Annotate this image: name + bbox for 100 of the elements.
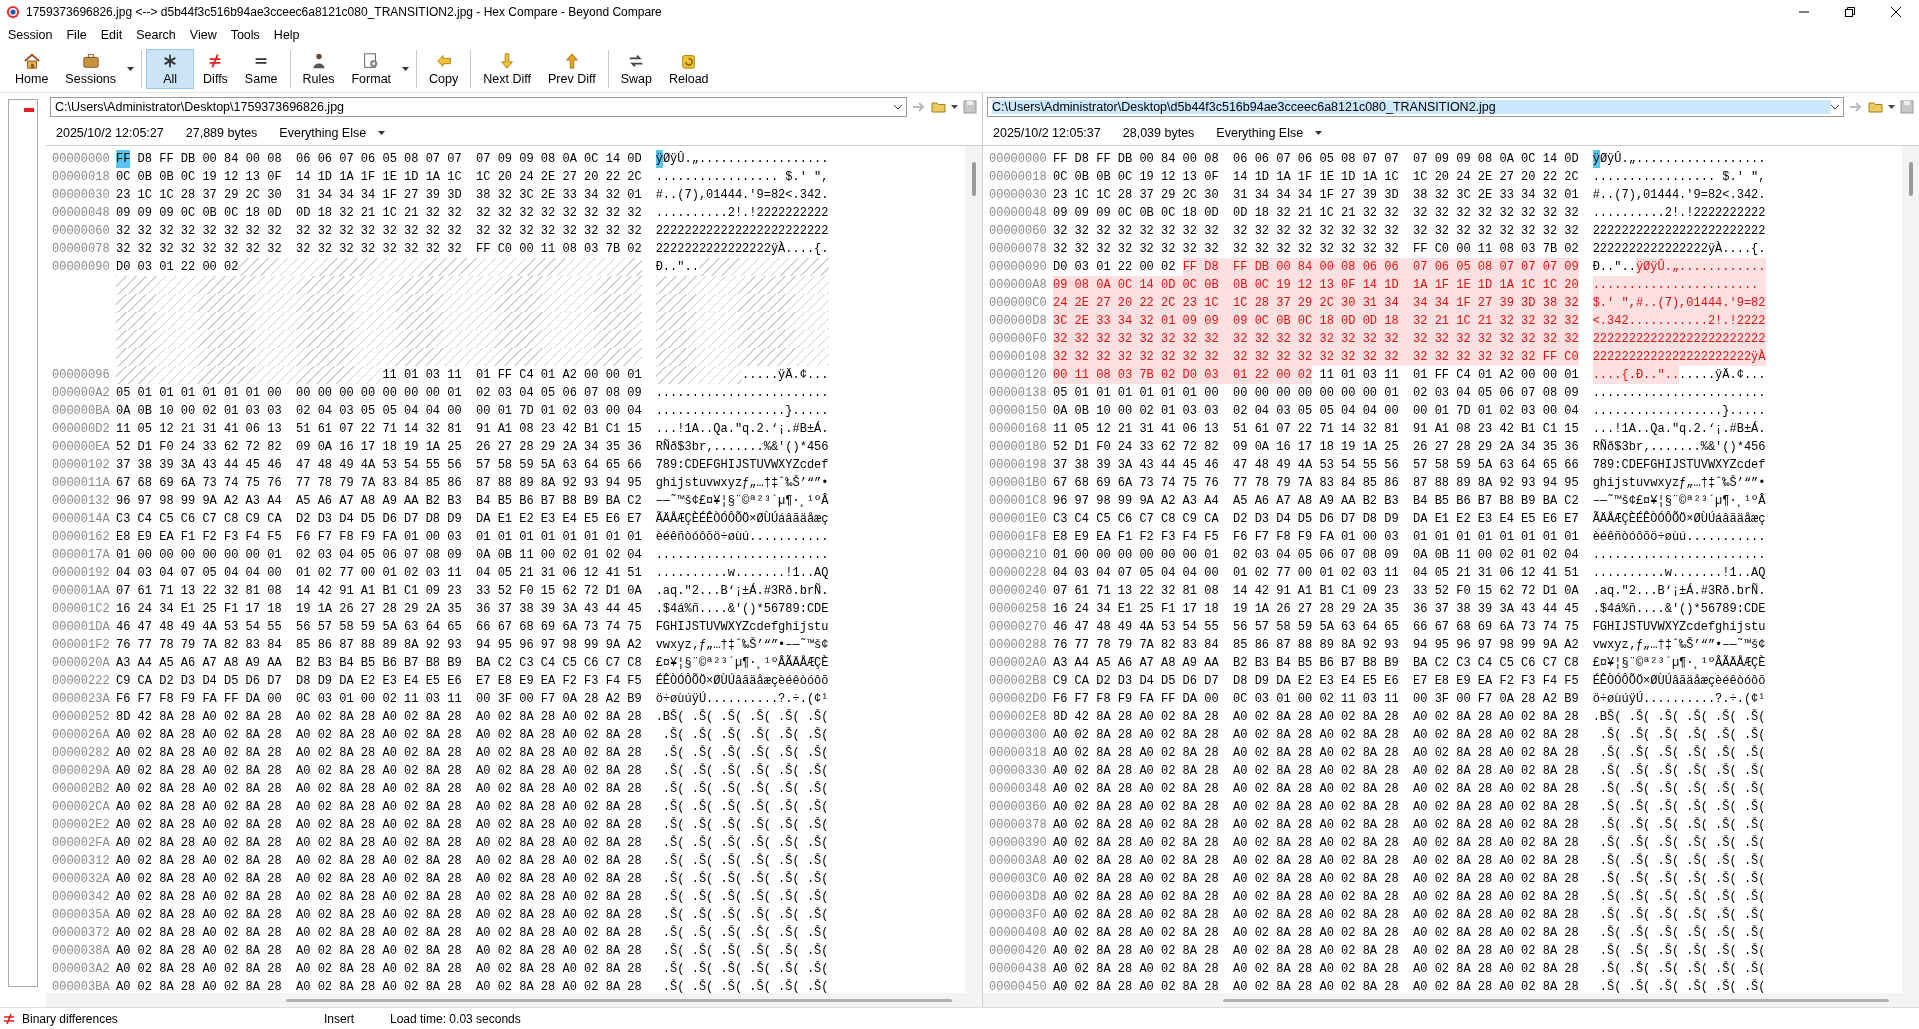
offset-label: 000002B8 (988, 673, 1048, 690)
hex-bytes: 01 00 00 00 00 00 00 01 02 03 04 05 06 07 08 09 0A 0B 11 00 02 01 02 04 (1053, 547, 1579, 564)
offset-label: 00000018 (51, 169, 111, 186)
menu-item[interactable]: View (189, 28, 217, 42)
hex-bytes: 52 D1 F0 24 33 62 72 82 09 0A 16 17 18 19 1A 25 26 27 28 29 2A 34 35 36 (116, 439, 642, 456)
house-icon (22, 52, 41, 70)
caret-icon[interactable] (1831, 104, 1839, 110)
hex-bytes: A0 02 8A 28 A0 02 8A 28 A0 02 8A 28 A0 02 8A 28 A0 02 8A 28 A0 02 8A 28 (116, 817, 642, 834)
caret-icon[interactable] (951, 105, 958, 109)
offset-label: 000000BA (51, 403, 111, 420)
offset-label: 00000198 (988, 457, 1048, 474)
not-equal-icon (2, 1011, 16, 1026)
menu-item[interactable]: Session (8, 28, 53, 42)
folder-icon[interactable] (1868, 99, 1884, 115)
diff-marker (24, 108, 34, 112)
toolbar-button[interactable]: Copy (421, 49, 467, 89)
ascii-text: .aq."2...B‘¡±Á.#3Rð.brÑ. (1592, 582, 1766, 600)
vertical-scrollbar[interactable] (965, 146, 982, 993)
cursor-char: ÿ (1592, 150, 1600, 168)
offset-label: 00000078 (988, 241, 1048, 258)
toolbar-button[interactable]: Reload (660, 49, 717, 89)
scrollbar-thumb[interactable] (286, 998, 952, 1002)
toolbar-button[interactable]: Format (343, 49, 400, 89)
toolbar-button[interactable]: All (146, 49, 195, 89)
offset-label: 00000318 (988, 745, 1048, 762)
hex-bytes: A0 02 8A 28 A0 02 8A 28 A0 02 8A 28 A0 02 8A 28 A0 02 8A 28 A0 02 8A 28 (116, 907, 642, 924)
ascii-text: .Š( .Š( .Š( .Š( .Š( .Š( (1598, 978, 1766, 993)
ascii-text: .Š( .Š( .Š( .Š( .Š( .Š( (661, 870, 829, 888)
hex-bytes: A3 A4 A5 A6 A7 A8 A9 AA B2 B3 B4 B5 B6 B7 B8 B9 BA C2 C3 C4 C5 C6 C7 C8 (1053, 655, 1579, 672)
ascii-text: .Š( .Š( .Š( .Š( .Š( .Š( (661, 960, 829, 978)
format-dropdown[interactable]: Everything Else (279, 126, 386, 140)
caret-icon[interactable] (1888, 105, 1895, 109)
offset-label: 000002B2 (51, 781, 111, 798)
offset-label: 00000360 (988, 799, 1048, 816)
hex-bytes: C9 CA D2 D3 D4 D5 D6 D7 D8 D9 DA E2 E3 E4 E5 E6 E7 E8 E9 EA F2 F3 F4 F5 (116, 673, 642, 690)
offset-label: 0000035A (51, 907, 111, 924)
ascii-text: ..........2!.!2222222222 (655, 205, 829, 222)
scrollbar-thumb[interactable] (971, 162, 976, 196)
ascii-text: .Š( .Š( .Š( .Š( .Š( .Š( (1598, 888, 1766, 906)
offset-label: 000001B0 (988, 475, 1048, 492)
overview-map[interactable] (8, 99, 38, 987)
offset-label: 00000120 (988, 367, 1048, 384)
ascii-text: ..........w.......!1..AQ (655, 565, 829, 582)
ascii-text: .Š( .Š( .Š( .Š( .Š( .Š( (1598, 906, 1766, 924)
scrollbar-thumb[interactable] (1223, 998, 1889, 1002)
ascii-text: Ð..".. (655, 259, 699, 276)
hex-bytes: A0 02 8A 28 A0 02 8A 28 A0 02 8A 28 A0 02 8A 28 A0 02 8A 28 A0 02 8A 28 (1053, 727, 1579, 744)
hex-bytes: A0 02 8A 28 A0 02 8A 28 A0 02 8A 28 A0 02 8A 28 A0 02 8A 28 A0 02 8A 28 (1053, 889, 1579, 906)
offset-label: 00000132 (51, 493, 111, 510)
ascii-text: 222222222222222222222222 (1592, 330, 1766, 348)
toolbar-button[interactable]: Home (7, 49, 57, 89)
hex-bytes: A0 02 8A 28 A0 02 8A 28 A0 02 8A 28 A0 02 8A 28 A0 02 8A 28 A0 02 8A 28 (116, 745, 642, 762)
hex-bytes: E8 E9 EA F1 F2 F3 F4 F5 F6 F7 F8 F9 FA 01 00 03 01 01 01 01 01 01 01 01 (1053, 529, 1579, 546)
hex-bytes: 11 01 03 11 01 FF C4 01 A2 00 00 01 (382, 367, 642, 384)
offset-label: 000003BA (51, 979, 111, 993)
menu-item[interactable]: Tools (230, 28, 260, 42)
toolbar-button[interactable]: Prev Diff (539, 49, 604, 89)
hex-bytes: A0 02 8A 28 A0 02 8A 28 A0 02 8A 28 A0 02 8A 28 A0 02 8A 28 A0 02 8A 28 (1053, 835, 1579, 852)
hex-bytes: A0 02 8A 28 A0 02 8A 28 A0 02 8A 28 A0 02 8A 28 A0 02 8A 28 A0 02 8A 28 (1053, 817, 1579, 834)
path-field[interactable]: C:\Users\Administrator\Desktop\d5b44f3c516b94ae3cceec6a8121c080_TRANSITION2.jpg (987, 97, 1844, 117)
menu-item[interactable]: Search (136, 28, 176, 42)
offset-label: 000002CA (51, 799, 111, 816)
ascii-text: .Š( .Š( .Š( .Š( .Š( .Š( (661, 816, 829, 834)
hex-bytes: A0 02 8A 28 A0 02 8A 28 A0 02 8A 28 A0 02 8A 28 A0 02 8A 28 A0 02 8A 28 (1053, 961, 1579, 978)
toolbar-button[interactable]: Sessions (57, 49, 125, 89)
toolbar-button[interactable]: Swap (612, 49, 660, 89)
menu-item[interactable]: File (66, 28, 87, 42)
offset-label: 00000048 (988, 205, 1048, 222)
hex-bytes: 11 05 12 21 31 41 06 13 51 61 07 22 71 14 32 81 91 A1 08 23 42 B1 C1 15 (116, 421, 642, 438)
ascii-text: .....ÿÄ.¢... (1679, 367, 1766, 384)
toolbar-button[interactable]: Rules (294, 49, 343, 89)
vertical-scrollbar[interactable] (1902, 146, 1919, 993)
horizontal-scrollbar[interactable] (46, 993, 982, 1007)
offset-label: 00000090 (988, 259, 1048, 276)
toolbar-button[interactable]: Next Diff (475, 49, 539, 89)
offset-label: 00000060 (51, 223, 111, 240)
toolbar-button[interactable]: Diffs (195, 49, 236, 89)
hex-bytes: 09 09 09 0C 0B 0C 18 0D 0D 18 32 21 1C 21 32 32 32 32 32 32 32 32 32 32 (1053, 205, 1579, 222)
hex-bytes: 8D 42 8A 28 A0 02 8A 28 A0 02 8A 28 A0 02 8A 28 A0 02 8A 28 A0 02 8A 28 (1053, 709, 1579, 726)
menu-item[interactable]: Edit (100, 28, 123, 42)
ascii-text: vwxyz‚ƒ„…†‡ˆ‰Š’“”•–—˜™š¢ (655, 636, 829, 654)
format-dropdown[interactable]: Everything Else (1216, 126, 1323, 140)
ascii-text: £¤¥¦§¨©ª²³´µ¶·¸¹ºÂÃÄÅÆÇÈ (1592, 654, 1766, 672)
menu-item[interactable]: Help (273, 28, 300, 42)
path-field[interactable]: C:\Users\Administrator\Desktop\1759373696826.jpg (50, 97, 907, 117)
horizontal-scrollbar[interactable] (983, 993, 1919, 1007)
folder-icon[interactable] (931, 99, 947, 115)
offset-label: 00000270 (988, 619, 1048, 636)
edit-mode: Insert (324, 1011, 354, 1026)
hex-bytes: 96 97 98 99 9A A2 A3 A4 A5 A6 A7 A8 A9 AA B2 B3 B4 B5 B6 B7 B8 B9 BA C2 (1053, 493, 1579, 510)
scrollbar-thumb[interactable] (1908, 162, 1913, 196)
offset-label: 0000011A (51, 475, 111, 492)
ascii-text: ........................ (655, 547, 829, 564)
cursor-byte: FF (116, 150, 131, 168)
offset-label: 00000258 (988, 601, 1048, 618)
caret-icon[interactable] (894, 104, 902, 110)
hex-bytes: A0 02 8A 28 A0 02 8A 28 A0 02 8A 28 A0 02 8A 28 A0 02 8A 28 A0 02 8A 28 (116, 961, 642, 978)
hex-bytes: A0 02 8A 28 A0 02 8A 28 A0 02 8A 28 A0 02 8A 28 A0 02 8A 28 A0 02 8A 28 (1053, 853, 1579, 870)
modified-date: 2025/10/2 12:05:37 (993, 126, 1101, 140)
toolbar-button[interactable]: Same (236, 49, 286, 89)
